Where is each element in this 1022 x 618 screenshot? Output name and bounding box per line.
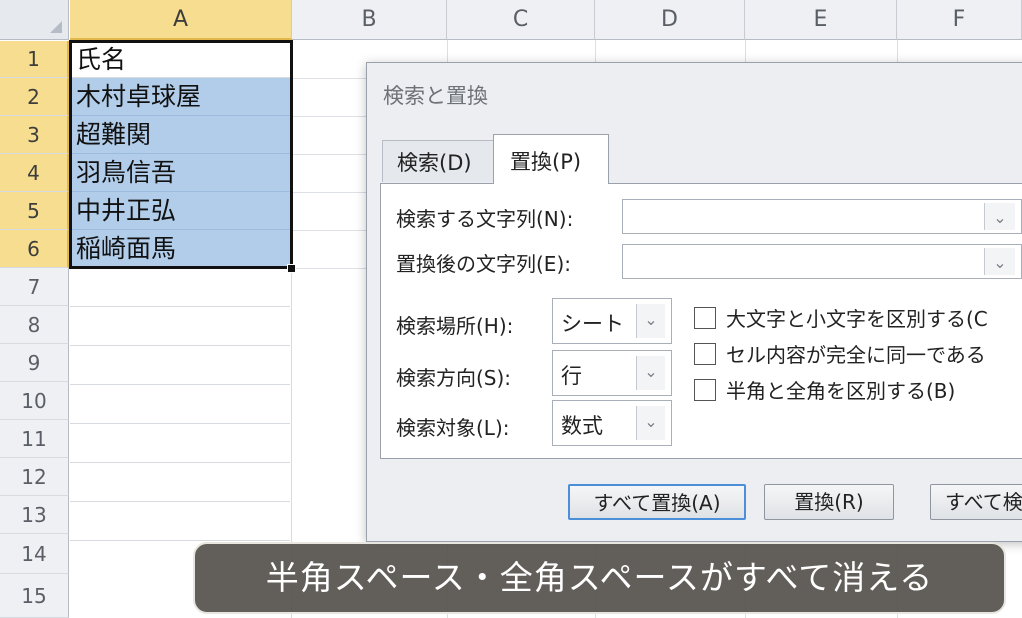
row-header-10[interactable]: 10 [0, 382, 69, 420]
find-all-button[interactable]: すべて検 [930, 484, 1022, 520]
row-header-5[interactable]: 5 [0, 192, 69, 230]
row-header-2[interactable]: 2 [0, 78, 69, 116]
within-select[interactable]: シート ⌄ [552, 298, 672, 344]
chevron-down-icon[interactable]: ⌄ [636, 356, 665, 390]
replace-with-label: 置換後の文字列(E): [396, 252, 571, 276]
replace-with-combo[interactable]: ⌄ [622, 244, 1022, 279]
row-header-15[interactable]: 15 [0, 574, 69, 618]
caption-overlay: 半角スペース・全角スペースがすべて消える [193, 542, 1006, 614]
checkbox-icon[interactable] [694, 379, 716, 401]
column-header-c[interactable]: C [447, 0, 595, 40]
fill-handle[interactable] [287, 264, 296, 273]
match-byte-label: 半角と全角を区別する(B) [726, 379, 956, 403]
row-header-1[interactable]: 1 [0, 41, 69, 78]
direction-select[interactable]: 行 ⌄ [552, 350, 672, 396]
row-header-3[interactable]: 3 [0, 116, 69, 154]
tab-search-label: 検索(D) [397, 151, 472, 175]
row-header-13[interactable]: 13 [0, 496, 69, 534]
direction-value: 行 [561, 364, 582, 388]
look-in-label: 検索対象(L): [396, 416, 510, 440]
row-header-12[interactable]: 12 [0, 458, 69, 496]
column-header-b[interactable]: B [292, 0, 447, 40]
row-header-8[interactable]: 8 [0, 306, 69, 344]
dialog-title: 検索と置換 [383, 84, 488, 108]
row-header-9[interactable]: 9 [0, 344, 69, 382]
look-in-select[interactable]: 数式 ⌄ [552, 400, 672, 446]
select-all-corner[interactable] [0, 0, 69, 40]
column-header-a[interactable]: A [70, 0, 292, 40]
checkbox-icon[interactable] [694, 343, 716, 365]
row-header-7[interactable]: 7 [0, 268, 69, 306]
select-all-triangle-icon [50, 21, 62, 33]
column-header-f[interactable]: F [897, 0, 1022, 40]
tab-replace[interactable]: 置換(P) [493, 134, 609, 184]
look-in-value: 数式 [561, 414, 603, 438]
direction-label: 検索方向(S): [396, 366, 512, 390]
tab-search[interactable]: 検索(D) [382, 140, 494, 182]
chevron-down-icon[interactable]: ⌄ [984, 203, 1015, 230]
row-header-11[interactable]: 11 [0, 420, 69, 458]
find-what-combo[interactable]: ⌄ [622, 199, 1022, 234]
replace-button[interactable]: 置換(R) [764, 484, 894, 520]
chevron-down-icon[interactable]: ⌄ [636, 304, 665, 338]
match-case-label: 大文字と小文字を区別する(C [726, 307, 988, 331]
find-what-label: 検索する文字列(N): [396, 207, 574, 231]
selection-border [69, 40, 293, 269]
row-header-6[interactable]: 6 [0, 230, 69, 268]
within-label: 検索場所(H): [396, 314, 514, 338]
tab-replace-label: 置換(P) [510, 150, 582, 174]
chevron-down-icon[interactable]: ⌄ [636, 406, 665, 440]
match-entire-cell-label: セル内容が完全に同一である [726, 343, 986, 367]
chevron-down-icon[interactable]: ⌄ [984, 248, 1015, 275]
row-header-4[interactable]: 4 [0, 154, 69, 192]
replace-all-button[interactable]: すべて置換(A) [568, 484, 746, 520]
checkbox-icon[interactable] [694, 307, 716, 329]
column-header-d[interactable]: D [595, 0, 745, 40]
column-header-e[interactable]: E [745, 0, 897, 40]
within-value: シート [561, 312, 624, 336]
row-header-14[interactable]: 14 [0, 534, 69, 574]
